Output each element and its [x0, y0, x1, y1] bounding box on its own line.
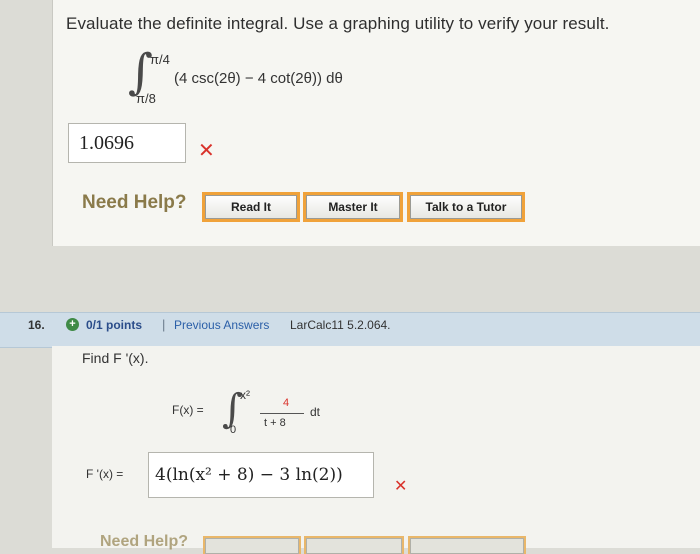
differential: dt [310, 405, 321, 419]
master-it-button[interactable] [304, 536, 404, 554]
derivative-answer-field[interactable]: 4(ln(x² + 8) − 3 ln(2)) [148, 452, 374, 498]
read-it-button[interactable] [203, 536, 301, 554]
divider [0, 246, 700, 308]
fraction-numerator: 4 [283, 397, 290, 409]
answer-label: F '(x) = [86, 467, 124, 481]
problem-15-prompt: Evaluate the definite integral. Use a gr… [66, 14, 610, 33]
answer-field[interactable]: 1.0696 [68, 123, 186, 163]
integrand: (4 csc(2θ) − 4 cot(2θ)) dθ [174, 70, 343, 87]
read-it-button[interactable]: Read It [202, 192, 300, 222]
lower-limit: 0 [230, 424, 237, 436]
function-definition-lhs: F(x) = [172, 403, 204, 417]
question-number: 16. [28, 318, 45, 332]
fraction-bar [260, 413, 304, 414]
upper-limit: x² [240, 388, 250, 402]
talk-to-tutor-button[interactable] [408, 536, 526, 554]
incorrect-icon: ✕ [394, 476, 408, 495]
need-help-label: Need Help? [82, 192, 187, 213]
master-it-button[interactable]: Master It [303, 192, 403, 222]
previous-answers-link[interactable]: Previous Answers [174, 318, 269, 332]
fraction-denominator: t + 8 [264, 417, 286, 429]
question-reference: LarCalc11 5.2.064. [290, 318, 391, 332]
incorrect-icon: ✕ [198, 138, 215, 162]
expand-plus-icon[interactable]: + [66, 318, 79, 331]
problem-16-prompt: Find F '(x). [82, 350, 149, 366]
lower-limit: π/8 [136, 91, 156, 106]
need-help-label: Need Help? [100, 533, 189, 550]
upper-limit: π/4 [150, 52, 170, 67]
separator: | [162, 317, 166, 332]
points-label: 0/1 points [86, 318, 143, 332]
talk-to-tutor-button[interactable]: Talk to a Tutor [407, 192, 525, 222]
problem-16-card [52, 346, 700, 548]
